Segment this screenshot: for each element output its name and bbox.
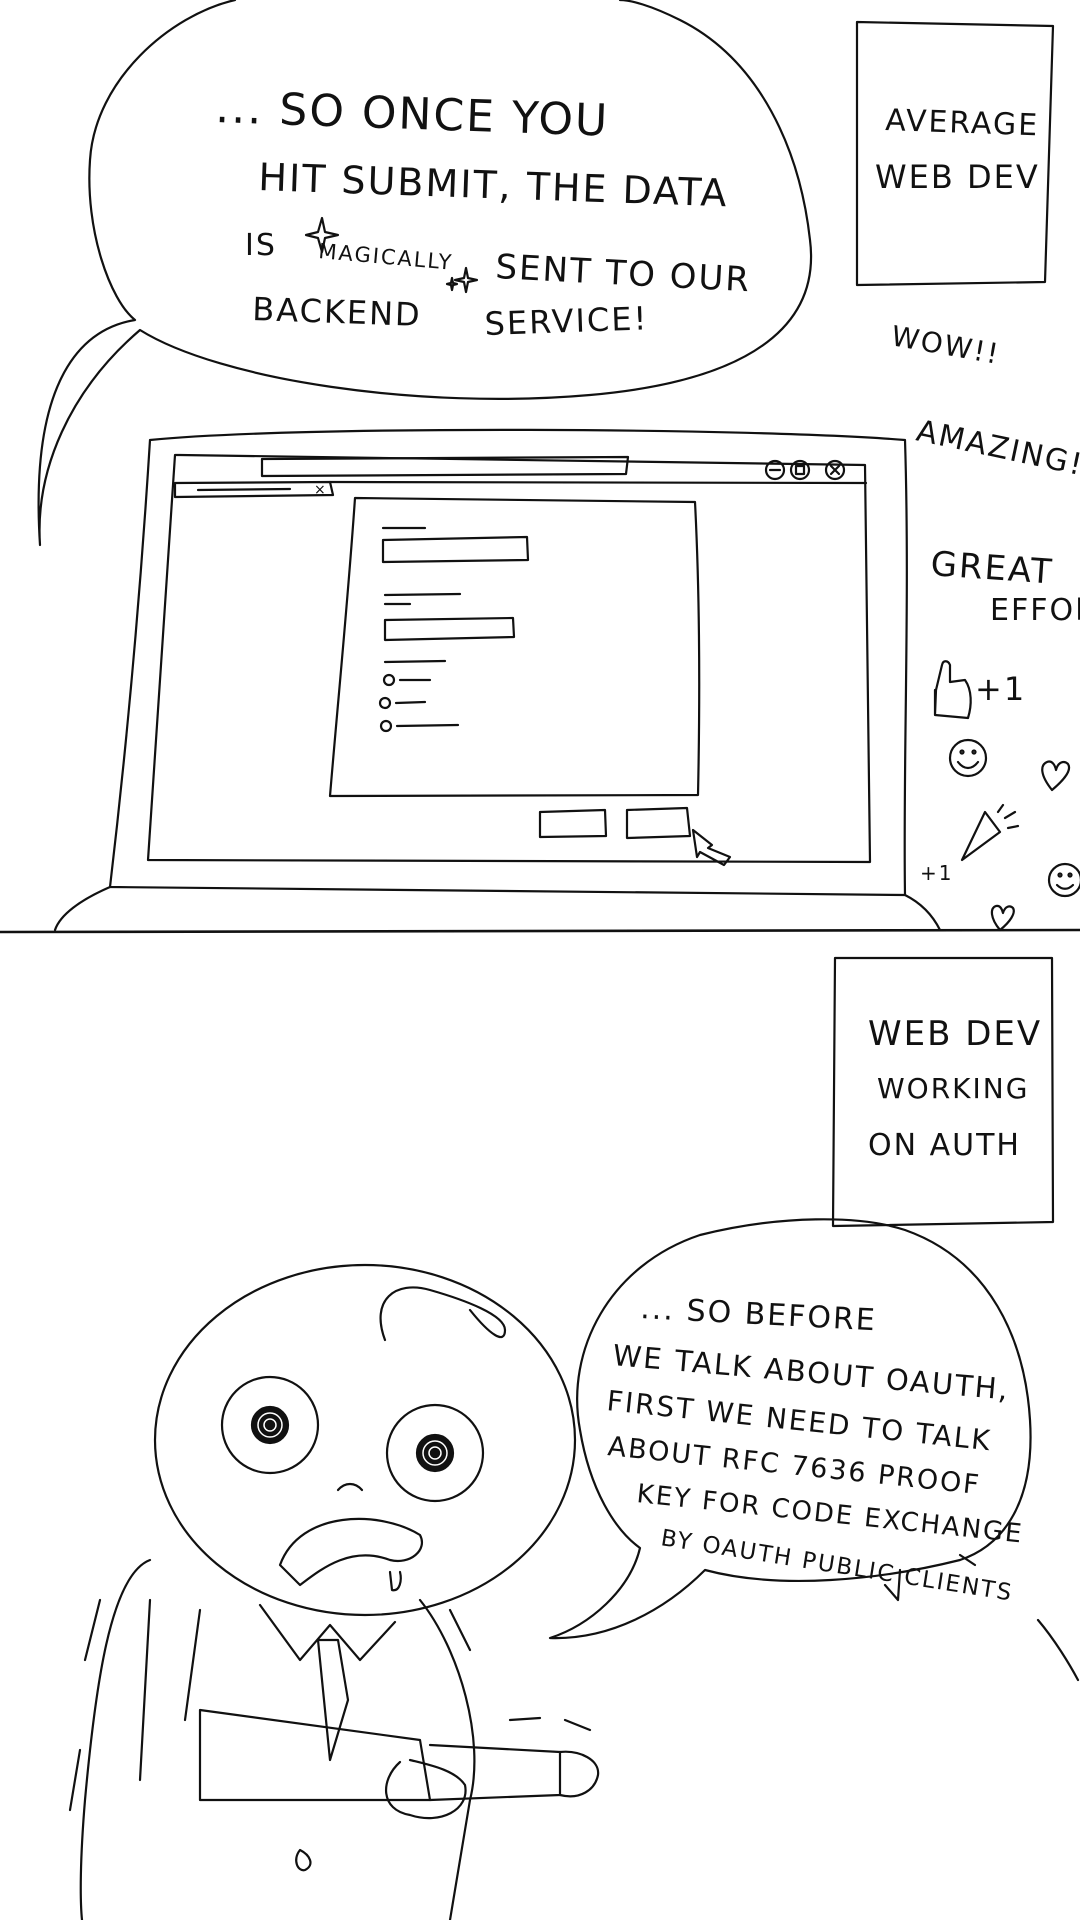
web-form [328,496,701,798]
mouse-cursor-icon [691,828,732,867]
heart-icon [990,904,1015,932]
speech-line-2: HIT SUBMIT, THE DATA [258,155,729,215]
character-tie [316,1638,350,1762]
speech-line-magically: MAGICALLY [318,239,455,275]
speech-line-1: ... SO ONCE YOU [215,82,610,147]
browser-toolbar-divider [328,480,868,485]
caption2-line-1: WEB DEV [868,1014,1042,1054]
character-hair [379,1286,507,1342]
speech-line-4: SENT TO OUR [495,247,752,300]
tab-title-line [196,487,292,492]
caption2-line-2: WORKING [877,1072,1029,1105]
reaction-plus-one-small: +1 [920,861,953,885]
reaction-effort: EFFOR [990,593,1080,628]
caption-line-1: AVERAGE [885,103,1040,143]
smiley-icon [1047,862,1080,898]
radio-option-3 [379,719,393,733]
reaction-great: GREAT [929,544,1054,592]
comic-page: ... SO ONCE YOU HIT SUBMIT, THE DATA IS … [0,0,1080,1920]
radio-option-2 [378,696,392,710]
heart-icon [1041,760,1071,792]
smiley-icon [948,738,988,778]
thumbs-up-icon [933,660,972,720]
reaction-amazing: AMAZING! [913,414,1080,484]
sparkle-icon [453,266,479,294]
caption2-line-3: ON AUTH [868,1128,1021,1163]
cancel-button-drawing [538,808,608,839]
laptop-screen [146,453,872,864]
form-input-field-1 [381,535,530,564]
character-head [153,1263,577,1617]
speech2-line-1: ... SO BEFORE [640,1291,878,1338]
character-nose [336,1482,364,1492]
panel-divider [0,928,1080,934]
comic-drawing: ... SO ONCE YOU HIT SUBMIT, THE DATA IS … [0,0,1080,1920]
radio-option-1 [382,673,396,687]
reaction-wow: WOW!! [889,319,1003,371]
speech-line-6: SERVICE! [484,299,649,343]
caption-box-average [855,20,1055,287]
party-popper-icon [960,803,1020,862]
reaction-plus-one: +1 [975,670,1026,708]
speech-line-3: IS [245,228,277,263]
submit-button-drawing [625,806,692,840]
caption-line-2: WEB DEV [875,158,1040,196]
form-input-field-2 [383,616,516,642]
character-hand [558,1750,600,1798]
speech-line-5: BACKEND [252,290,423,334]
tab-close-icon: × [314,482,328,498]
character-arm [198,1708,432,1802]
